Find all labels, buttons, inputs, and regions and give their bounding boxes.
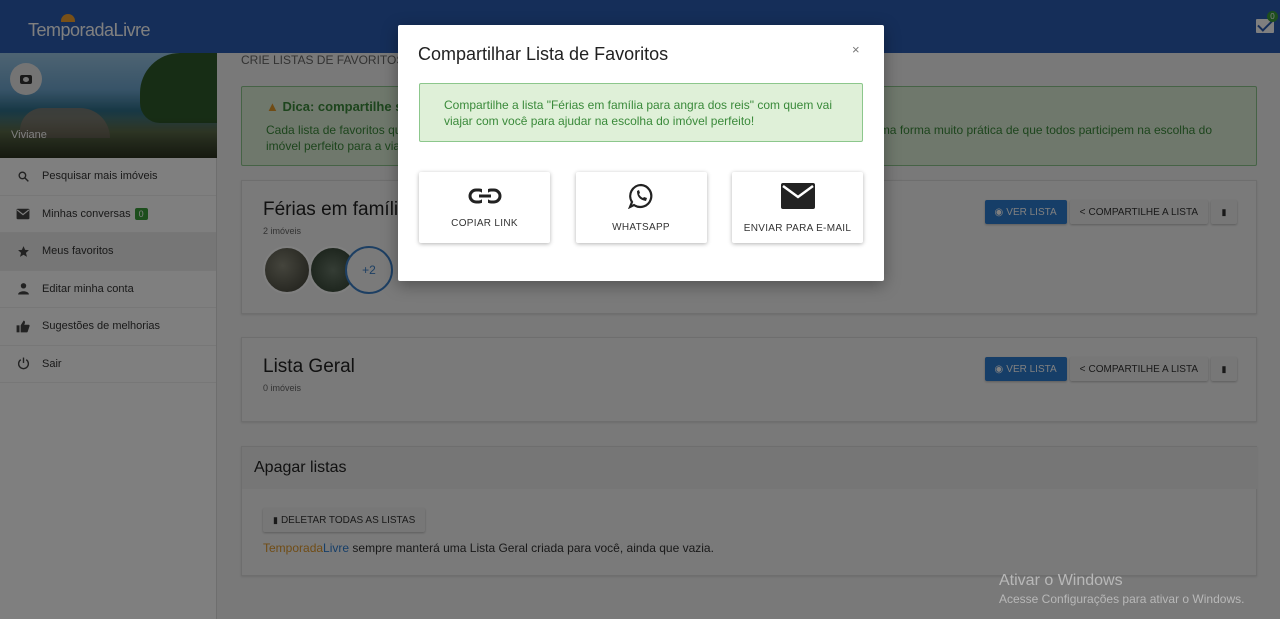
share-options: COPIAR LINK WHATSAPP ENVIAR PARA E-MAIL [419, 172, 863, 243]
share-option-label: ENVIAR PARA E-MAIL [743, 222, 852, 234]
close-icon[interactable]: × [852, 42, 860, 57]
send-email-button[interactable]: ENVIAR PARA E-MAIL [732, 172, 863, 243]
share-option-label: WHATSAPP [612, 221, 670, 233]
watermark-title: Ativar o Windows [999, 572, 1123, 589]
share-list-modal: Compartilhar Lista de Favoritos × Compar… [398, 25, 884, 281]
whatsapp-icon [627, 183, 654, 214]
email-icon [780, 182, 816, 215]
link-icon [468, 187, 502, 210]
share-info-alert: Compartilhe a lista "Férias em família p… [419, 83, 863, 142]
whatsapp-button[interactable]: WHATSAPP [575, 172, 707, 243]
windows-activation-watermark: Ativar o Windows Acesse Configurações pa… [999, 572, 1244, 606]
share-option-label: COPIAR LINK [451, 217, 518, 229]
copy-link-button[interactable]: COPIAR LINK [419, 172, 550, 243]
modal-title: Compartilhar Lista de Favoritos [418, 44, 669, 64]
watermark-subtitle: Acesse Configurações para ativar o Windo… [999, 592, 1245, 606]
